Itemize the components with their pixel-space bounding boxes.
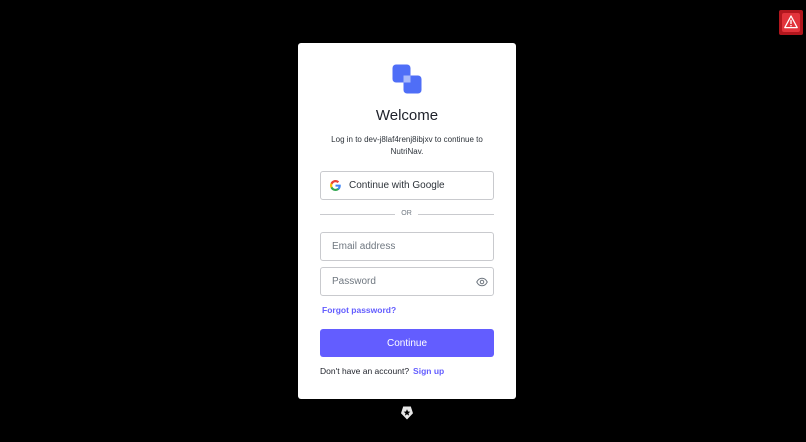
shield-icon xyxy=(401,406,413,420)
eye-icon[interactable] xyxy=(476,276,488,288)
screen: Welcome Log in to dev-j8laf4renj8ibjxv t… xyxy=(0,0,806,442)
google-button-label: Continue with Google xyxy=(349,180,445,191)
warning-icon xyxy=(784,15,798,29)
login-card: Welcome Log in to dev-j8laf4renj8ibjxv t… xyxy=(298,43,516,399)
page-title: Welcome xyxy=(375,107,439,124)
password-input[interactable] xyxy=(321,268,482,295)
google-icon xyxy=(330,180,341,191)
signup-row: Don't have an account? Sign up xyxy=(320,366,444,376)
brand-logo-icon xyxy=(392,64,422,94)
sign-up-link[interactable]: Sign up xyxy=(413,366,444,376)
continue-with-google-button[interactable]: Continue with Google xyxy=(320,171,494,200)
forgot-password-link[interactable]: Forgot password? xyxy=(322,305,396,315)
password-field[interactable] xyxy=(320,267,494,296)
warning-alert-button[interactable] xyxy=(779,10,803,35)
email-field[interactable] xyxy=(320,232,494,261)
login-subtitle: Log in to dev-j8laf4renj8ibjxv to contin… xyxy=(331,135,483,156)
divider-or-text: OR xyxy=(401,210,412,217)
email-input[interactable] xyxy=(321,233,482,260)
divider-line xyxy=(320,214,395,215)
continue-button[interactable]: Continue xyxy=(320,329,494,357)
signup-prompt: Don't have an account? xyxy=(320,366,410,376)
divider-line xyxy=(418,214,494,215)
warning-button-face xyxy=(782,13,800,32)
